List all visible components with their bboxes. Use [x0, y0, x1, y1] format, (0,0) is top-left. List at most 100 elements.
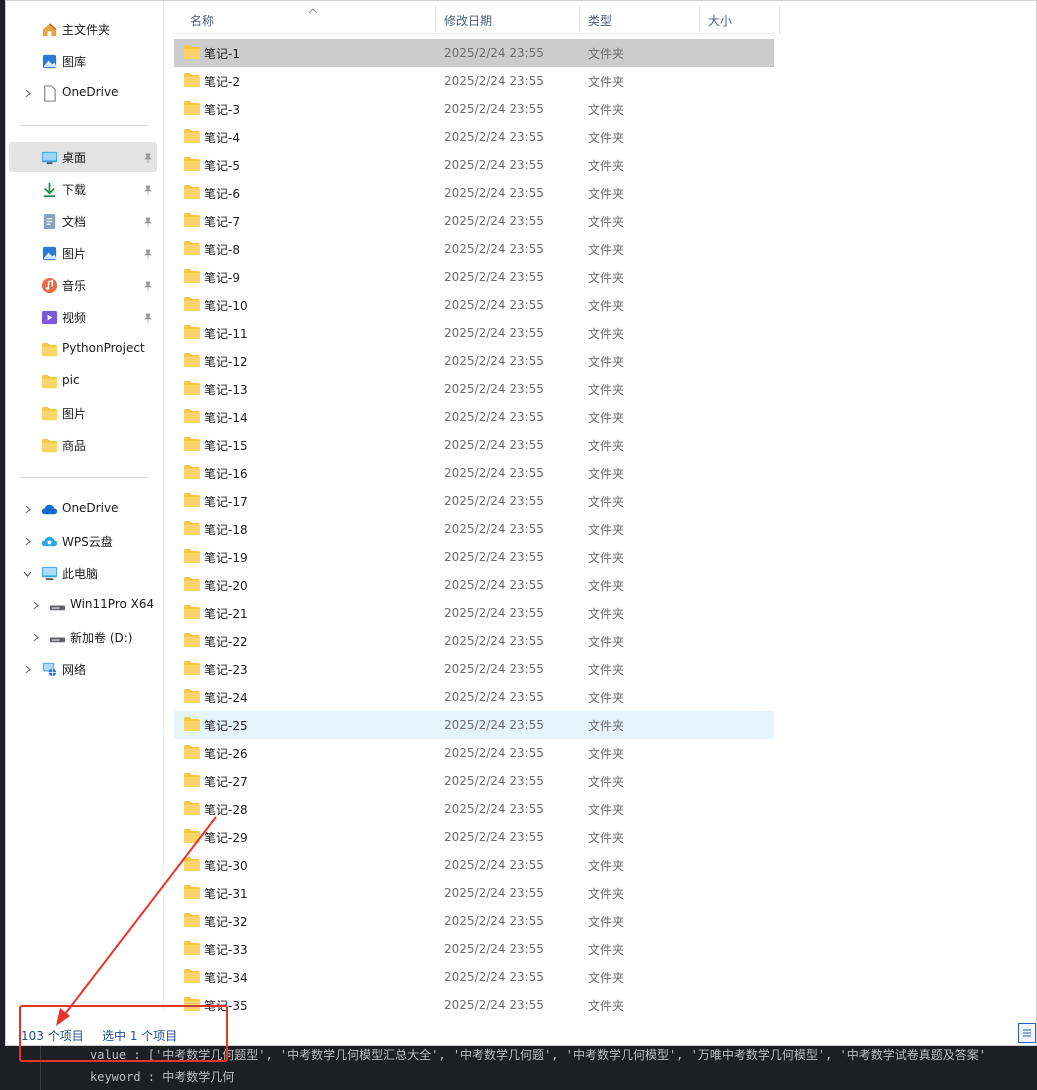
sidebar-item-label: 图片 [62, 407, 87, 421]
folder-icon [183, 324, 201, 340]
file-date: 2025/2/24 23:55 [444, 354, 544, 368]
file-row[interactable]: 笔记-10 2025/2/24 23:55 文件夹 [174, 291, 774, 319]
file-row[interactable]: 笔记-24 2025/2/24 23:55 文件夹 [174, 683, 774, 711]
file-type: 文件夹 [588, 382, 625, 397]
drive-icon [48, 628, 66, 646]
column-date-label: 修改日期 [444, 13, 493, 28]
file-row[interactable]: 笔记-33 2025/2/24 23:55 文件夹 [174, 935, 774, 963]
file-name: 笔记-34 [204, 970, 248, 985]
file-date: 2025/2/24 23:55 [444, 102, 544, 116]
file-type: 文件夹 [588, 942, 625, 957]
file-list: 笔记-1 2025/2/24 23:55 文件夹 笔记-2 2025/2/24 23:5… [174, 39, 774, 1019]
file-row[interactable]: 笔记-18 2025/2/24 23:55 文件夹 [174, 515, 774, 543]
file-row[interactable]: 笔记-31 2025/2/24 23:55 文件夹 [174, 879, 774, 907]
file-row[interactable]: 笔记-23 2025/2/24 23:55 文件夹 [174, 655, 774, 683]
file-row[interactable]: 笔记-32 2025/2/24 23:55 文件夹 [174, 907, 774, 935]
sidebar-item-label: 下载 [62, 183, 87, 197]
chevron-right-icon[interactable] [21, 503, 33, 515]
sidebar-item-pinned-9[interactable]: 商品 [9, 430, 157, 460]
pin-icon [143, 184, 153, 195]
file-row[interactable]: 笔记-1 2025/2/24 23:55 文件夹 [174, 39, 774, 67]
file-date: 2025/2/24 23:55 [444, 46, 544, 60]
computer-icon [40, 564, 58, 582]
details-view-button[interactable] [1018, 1023, 1036, 1043]
file-row[interactable]: 笔记-22 2025/2/24 23:55 文件夹 [174, 627, 774, 655]
file-row[interactable]: 笔记-28 2025/2/24 23:55 文件夹 [174, 795, 774, 823]
sidebar-item-tree-3[interactable]: Win11Pro X64 [9, 590, 157, 620]
folder-icon [183, 296, 201, 312]
chevron-right-icon[interactable] [29, 631, 41, 643]
sidebar-item-tree-0[interactable]: OneDrive [9, 494, 157, 524]
sidebar-item-tree-2[interactable]: 此电脑 [9, 558, 157, 588]
file-name: 笔记-25 [204, 718, 248, 733]
sidebar-item-label: 视频 [62, 311, 87, 325]
file-row[interactable]: 笔记-7 2025/2/24 23:55 文件夹 [174, 207, 774, 235]
chevron-right-icon[interactable] [21, 663, 33, 675]
file-type: 文件夹 [588, 410, 625, 425]
chevron-right-icon[interactable] [21, 535, 33, 547]
column-date[interactable]: 修改日期 [436, 6, 580, 34]
drive-icon [48, 596, 66, 614]
file-date: 2025/2/24 23:55 [444, 130, 544, 144]
folder-icon [183, 884, 201, 900]
sidebar-item-quick-0[interactable]: 主文件夹 [9, 14, 157, 44]
file-name: 笔记-11 [204, 326, 248, 341]
file-row[interactable]: 笔记-11 2025/2/24 23:55 文件夹 [174, 319, 774, 347]
sidebar-item-pinned-6[interactable]: PythonProject [9, 334, 157, 364]
chevron-down-icon[interactable] [21, 567, 33, 579]
sidebar-item-tree-1[interactable]: WPS云盘 [9, 526, 157, 556]
sidebar-item-pinned-4[interactable]: 音乐 [9, 270, 157, 300]
file-row[interactable]: 笔记-2 2025/2/24 23:55 文件夹 [174, 67, 774, 95]
sidebar-item-pinned-2[interactable]: 文档 [9, 206, 157, 236]
file-row[interactable]: 笔记-8 2025/2/24 23:55 文件夹 [174, 235, 774, 263]
file-row[interactable]: 笔记-17 2025/2/24 23:55 文件夹 [174, 487, 774, 515]
file-row[interactable]: 笔记-29 2025/2/24 23:55 文件夹 [174, 823, 774, 851]
file-row[interactable]: 笔记-26 2025/2/24 23:55 文件夹 [174, 739, 774, 767]
sidebar-separator [20, 477, 148, 478]
sidebar-item-pinned-0[interactable]: 桌面 [9, 142, 157, 172]
file-row[interactable]: 笔记-25 2025/2/24 23:55 文件夹 [174, 711, 774, 739]
file-row[interactable]: 笔记-21 2025/2/24 23:55 文件夹 [174, 599, 774, 627]
file-row[interactable]: 笔记-20 2025/2/24 23:55 文件夹 [174, 571, 774, 599]
file-row[interactable]: 笔记-6 2025/2/24 23:55 文件夹 [174, 179, 774, 207]
file-date: 2025/2/24 23:55 [444, 886, 544, 900]
sidebar-item-pinned-3[interactable]: 图片 [9, 238, 157, 268]
file-date: 2025/2/24 23:55 [444, 858, 544, 872]
file-row[interactable]: 笔记-15 2025/2/24 23:55 文件夹 [174, 431, 774, 459]
file-row[interactable]: 笔记-4 2025/2/24 23:55 文件夹 [174, 123, 774, 151]
file-row[interactable]: 笔记-14 2025/2/24 23:55 文件夹 [174, 403, 774, 431]
file-row[interactable]: 笔记-12 2025/2/24 23:55 文件夹 [174, 347, 774, 375]
file-row[interactable]: 笔记-3 2025/2/24 23:55 文件夹 [174, 95, 774, 123]
file-row[interactable]: 笔记-30 2025/2/24 23:55 文件夹 [174, 851, 774, 879]
sidebar-item-pinned-7[interactable]: pic [9, 366, 157, 396]
sidebar-item-quick-2[interactable]: OneDrive [9, 78, 157, 108]
column-name[interactable]: 名称 [174, 6, 436, 34]
sidebar-item-pinned-8[interactable]: 图片 [9, 398, 157, 428]
file-row[interactable]: 笔记-16 2025/2/24 23:55 文件夹 [174, 459, 774, 487]
sidebar-item-quick-1[interactable]: 图库 [9, 46, 157, 76]
file-type: 文件夹 [588, 158, 625, 173]
sidebar-item-tree-5[interactable]: 网络 [9, 654, 157, 684]
file-row[interactable]: 笔记-27 2025/2/24 23:55 文件夹 [174, 767, 774, 795]
console-panel: value : ['中考数学几何题型', '中考数学几何模型汇总大全', '中考… [0, 1046, 1037, 1090]
selection-count: 选中 1 个项目 [102, 1029, 178, 1043]
file-row[interactable]: 笔记-19 2025/2/24 23:55 文件夹 [174, 543, 774, 571]
chevron-right-icon[interactable] [29, 599, 41, 611]
file-name: 笔记-28 [204, 802, 248, 817]
file-row[interactable]: 笔记-9 2025/2/24 23:55 文件夹 [174, 263, 774, 291]
sidebar-item-pinned-1[interactable]: 下载 [9, 174, 157, 204]
sidebar-item-tree-4[interactable]: 新加卷 (D:) [9, 622, 157, 652]
folder-icon [183, 464, 201, 480]
chevron-right-icon[interactable] [21, 87, 33, 99]
folder-icon [183, 520, 201, 536]
file-row[interactable]: 笔记-5 2025/2/24 23:55 文件夹 [174, 151, 774, 179]
column-size[interactable]: 大小 [700, 6, 780, 34]
sidebar-item-label: 商品 [62, 439, 87, 453]
column-size-label: 大小 [708, 13, 733, 28]
column-type[interactable]: 类型 [580, 6, 700, 34]
file-row[interactable]: 笔记-13 2025/2/24 23:55 文件夹 [174, 375, 774, 403]
file-date: 2025/2/24 23:55 [444, 298, 544, 312]
file-row[interactable]: 笔记-35 2025/2/24 23:55 文件夹 [174, 991, 774, 1019]
file-row[interactable]: 笔记-34 2025/2/24 23:55 文件夹 [174, 963, 774, 991]
sidebar-item-pinned-5[interactable]: 视频 [9, 302, 157, 332]
